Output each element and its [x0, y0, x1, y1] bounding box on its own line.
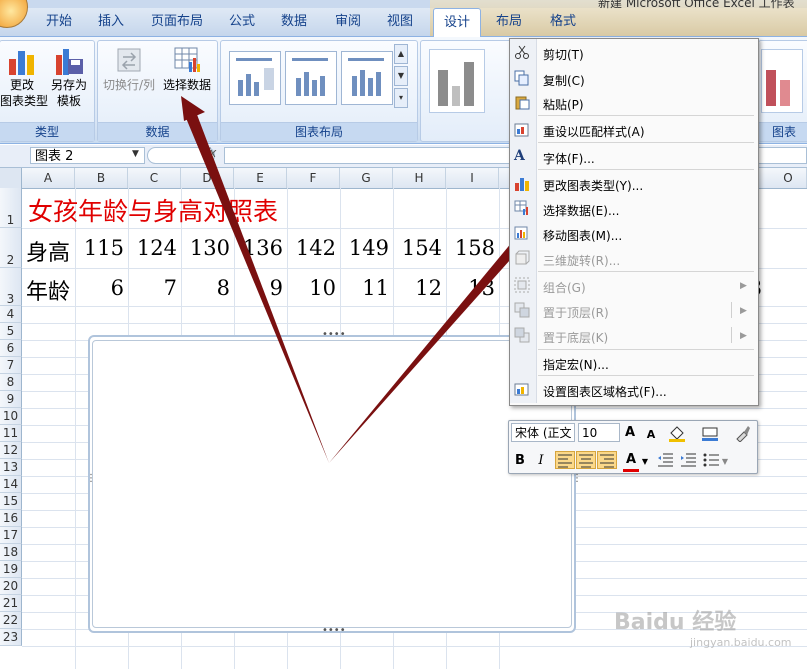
menu-separator — [538, 169, 754, 170]
shrink-font-button[interactable]: A — [645, 426, 657, 444]
menu-item-format-chart-area[interactable]: 设置图表区域格式(F)... — [543, 383, 667, 400]
align-center-button[interactable] — [576, 451, 596, 469]
split-divider — [731, 302, 732, 318]
fill-color-button[interactable] — [667, 424, 689, 442]
baidu-watermark: Baidu 经验 — [614, 610, 737, 635]
bold-button[interactable]: B — [513, 452, 527, 470]
menu-separator — [538, 349, 754, 350]
increase-indent-icon — [681, 453, 696, 467]
bullet-list-icon — [703, 453, 719, 467]
align-left-button[interactable] — [555, 451, 575, 469]
send-back-icon — [514, 327, 530, 343]
chart-type-icon — [515, 178, 529, 191]
align-right-button[interactable] — [597, 451, 617, 469]
align-right-icon — [600, 454, 614, 468]
brush-icon — [736, 426, 750, 443]
reset-style-icon — [514, 123, 529, 137]
menu-separator — [538, 375, 754, 376]
chevron-down-icon[interactable]: ▼ — [721, 453, 729, 471]
group-icon — [514, 277, 530, 293]
menu-item-3d-rotation: 三维旋转(R)... — [543, 254, 621, 268]
border-color-button[interactable] — [700, 424, 724, 442]
menu-item-cut[interactable]: 剪切(T) — [543, 46, 584, 63]
font-color-button[interactable]: A — [623, 451, 639, 472]
menu-item-group: 组合(G) — [543, 281, 586, 295]
menu-item-assign-macro[interactable]: 指定宏(N)... — [543, 356, 609, 373]
bullets-button[interactable] — [702, 451, 720, 469]
menu-item-paste[interactable]: 粘贴(P) — [543, 96, 584, 113]
submenu-arrow-icon: ▶ — [740, 331, 747, 341]
menu-item-select-data[interactable]: 选择数据(E)... — [543, 202, 619, 219]
decrease-indent-button[interactable] — [656, 451, 674, 469]
menu-item-change-chart-type[interactable]: 更改图表类型(Y)... — [543, 177, 643, 194]
menu-item-bring-to-front: 置于顶层(R) — [543, 306, 609, 320]
decrease-indent-icon — [658, 453, 673, 467]
arrow-to-ribbon-select-data — [186, 112, 329, 463]
fill-bucket-icon — [669, 426, 685, 442]
split-divider — [731, 327, 732, 343]
menu-separator — [538, 271, 754, 272]
menu-item-reset-style[interactable]: 重设以匹配样式(A) — [543, 123, 645, 140]
align-left-icon — [558, 454, 572, 468]
menu-separator — [538, 142, 754, 143]
format-area-icon — [514, 383, 529, 396]
increase-indent-button[interactable] — [679, 451, 697, 469]
scissors-icon — [515, 45, 529, 59]
paste-icon — [515, 96, 530, 110]
context-menu — [509, 38, 759, 406]
menu-item-send-to-back: 置于底层(K) — [543, 331, 609, 345]
italic-button[interactable]: I — [534, 452, 548, 470]
bring-front-icon — [514, 302, 530, 318]
align-center-icon — [579, 454, 593, 468]
copy-icon — [514, 70, 529, 86]
submenu-arrow-icon: ▶ — [740, 281, 747, 291]
pen-icon — [702, 427, 718, 441]
font-size-select[interactable]: 10 — [578, 423, 620, 442]
menu-separator — [538, 115, 754, 116]
format-painter-button[interactable] — [734, 424, 752, 443]
baidu-watermark-url: jingyan.baidu.com — [690, 636, 792, 649]
menu-item-move-chart[interactable]: 移动图表(M)... — [543, 227, 622, 244]
menu-item-copy[interactable]: 复制(C) — [543, 72, 585, 89]
font-icon: A — [514, 148, 525, 164]
font-name-select[interactable]: 宋体 (正文 — [511, 423, 575, 442]
3d-rotate-icon — [515, 250, 530, 265]
arrow-to-menu-select-data — [329, 224, 535, 463]
select-data-icon — [514, 200, 528, 215]
submenu-arrow-icon: ▶ — [740, 306, 747, 316]
chevron-down-icon[interactable]: ▼ — [641, 453, 649, 471]
move-chart-icon — [514, 226, 528, 240]
grow-font-button[interactable]: A — [623, 424, 637, 442]
menu-item-font[interactable]: 字体(F)... — [543, 150, 595, 167]
